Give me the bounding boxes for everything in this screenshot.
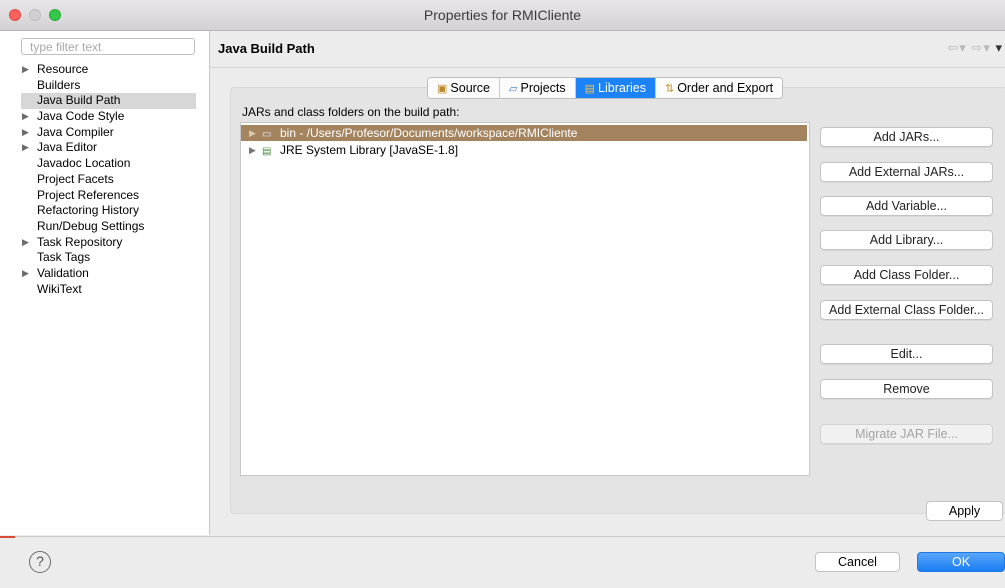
expand-arrow-icon[interactable]: ▶: [249, 142, 256, 158]
expand-arrow-icon[interactable]: ▶: [22, 125, 29, 141]
tree-item-label: Java Compiler: [37, 124, 114, 139]
tree-item-label: Java Build Path: [37, 93, 121, 108]
expand-arrow-icon[interactable]: ▶: [22, 235, 29, 251]
library-icon: ▤: [262, 146, 272, 157]
add-external-class-folder-button[interactable]: Add External Class Folder...: [820, 300, 993, 320]
tree-item-label: Javadoc Location: [37, 156, 131, 171]
order-icon: ⇅: [664, 82, 675, 95]
help-icon[interactable]: ?: [29, 551, 51, 573]
remove-button[interactable]: Remove: [820, 379, 993, 399]
sidebar: type filter text ▶ Resource Builders Java…: [0, 31, 210, 535]
tree-item-wikitext[interactable]: WikiText: [21, 282, 196, 298]
add-class-folder-button[interactable]: Add Class Folder...: [820, 265, 993, 285]
tree-item-label: Run/Debug Settings: [37, 218, 145, 233]
list-item[interactable]: ▶ ▭ bin - /Users/Profesor/Documents/work…: [241, 125, 807, 141]
property-page-tree: ▶ Resource Builders Java Build Path ▶ Java…: [21, 62, 196, 297]
add-library-button[interactable]: Add Library...: [820, 230, 993, 250]
back-arrow-icon[interactable]: ⇦▾: [947, 40, 966, 55]
edit-button[interactable]: Edit...: [820, 344, 993, 364]
apply-button[interactable]: Apply: [926, 501, 1003, 521]
header-divider: [210, 67, 1005, 68]
library-icon: ▤: [584, 82, 596, 95]
add-external-jars-button[interactable]: Add External JARs...: [820, 162, 993, 182]
tree-item-label: Project Facets: [37, 171, 114, 186]
tree-item-label: Builders: [37, 77, 81, 92]
title-bar: Properties for RMICliente: [0, 0, 1005, 31]
tree-item-refactoring-history[interactable]: Refactoring History: [21, 203, 196, 219]
cancel-button[interactable]: Cancel: [815, 552, 900, 572]
tree-item-java-build-path[interactable]: Java Build Path: [21, 93, 196, 110]
tree-item-java-editor[interactable]: ▶ Java Editor: [21, 140, 196, 156]
tab-projects[interactable]: ▱ Projects: [500, 78, 576, 98]
expand-arrow-icon[interactable]: ▶: [22, 109, 29, 125]
tree-item-run-debug-settings[interactable]: Run/Debug Settings: [21, 219, 196, 235]
expand-arrow-icon[interactable]: ▶: [22, 62, 29, 78]
tab-source[interactable]: ▣ Source: [428, 78, 501, 98]
expand-arrow-icon[interactable]: ▶: [249, 125, 256, 141]
tree-item-label: Task Repository: [37, 234, 123, 249]
tree-item-validation[interactable]: ▶ Validation: [21, 266, 196, 282]
tree-item-label: Resource: [37, 62, 89, 76]
window-edge-accent: [0, 536, 15, 538]
tree-item-label: Java Code Style: [37, 109, 125, 124]
menu-icon[interactable]: ▾: [995, 40, 1003, 55]
tree-item-task-tags[interactable]: Task Tags: [21, 250, 196, 266]
class-folder-icon: ▭: [262, 129, 272, 140]
list-item-label: JRE System Library [JavaSE-1.8]: [280, 143, 459, 157]
tab-label: Projects: [520, 81, 566, 95]
tab-order-and-export[interactable]: ⇅ Order and Export: [655, 78, 783, 98]
page-navigation: ⇦▾ ⇨▾ ▾: [947, 40, 1003, 56]
tree-item-java-compiler[interactable]: ▶ Java Compiler: [21, 125, 196, 141]
expand-arrow-icon[interactable]: ▶: [22, 140, 29, 156]
tab-bar: ▣ Source ▱ Projects ▤ Libraries ⇅ Order and …: [427, 77, 784, 99]
tree-item-label: Java Editor: [37, 140, 98, 155]
page-title: Java Build Path: [218, 41, 315, 56]
tree-item-task-repository[interactable]: ▶ Task Repository: [21, 235, 196, 251]
tree-item-label: Task Tags: [37, 250, 91, 265]
list-item[interactable]: ▶ ▤ JRE System Library [JavaSE-1.8]: [241, 142, 807, 158]
tree-item-builders[interactable]: Builders: [21, 78, 196, 94]
tree-item-label: Project References: [37, 187, 140, 202]
tree-item-label: Validation: [37, 265, 89, 280]
tree-item-label: Refactoring History: [37, 203, 140, 218]
add-variable-button[interactable]: Add Variable...: [820, 196, 993, 216]
folder-icon: ▱: [509, 82, 518, 95]
migrate-jar-file-button[interactable]: Migrate JAR File...: [820, 424, 993, 444]
tree-item-resource[interactable]: ▶ Resource: [21, 62, 196, 78]
list-item-label: bin - /Users/Profesor/Documents/workspac…: [280, 126, 578, 140]
build-path-list-label: JARs and class folders on the build path…: [242, 105, 460, 119]
tree-item-label: WikiText: [37, 281, 82, 296]
tree-item-java-code-style[interactable]: ▶ Java Code Style: [21, 109, 196, 125]
tree-item-project-facets[interactable]: Project Facets: [21, 172, 196, 188]
filter-input[interactable]: type filter text: [21, 38, 195, 55]
tab-label: Order and Export: [677, 81, 774, 95]
tab-libraries[interactable]: ▤ Libraries: [575, 78, 656, 98]
tab-label: Source: [450, 81, 491, 95]
dialog-footer: ? Cancel OK: [0, 536, 1005, 588]
tree-item-javadoc-location[interactable]: Javadoc Location: [21, 156, 196, 172]
build-path-list[interactable]: ▶ ▭ bin - /Users/Profesor/Documents/work…: [240, 122, 810, 476]
forward-arrow-icon[interactable]: ⇨▾: [971, 40, 990, 55]
source-folder-icon: ▣: [437, 82, 448, 95]
add-jars-button[interactable]: Add JARs...: [820, 127, 993, 147]
tree-item-project-references[interactable]: Project References: [21, 188, 196, 204]
window-title: Properties for RMICliente: [423, 7, 582, 23]
property-page: Java Build Path ⇦▾ ⇨▾ ▾ ▣ Source ▱ Project…: [210, 31, 1005, 535]
ok-button[interactable]: OK: [917, 552, 1005, 572]
expand-arrow-icon[interactable]: ▶: [22, 266, 29, 282]
tab-label: Libraries: [598, 81, 646, 95]
